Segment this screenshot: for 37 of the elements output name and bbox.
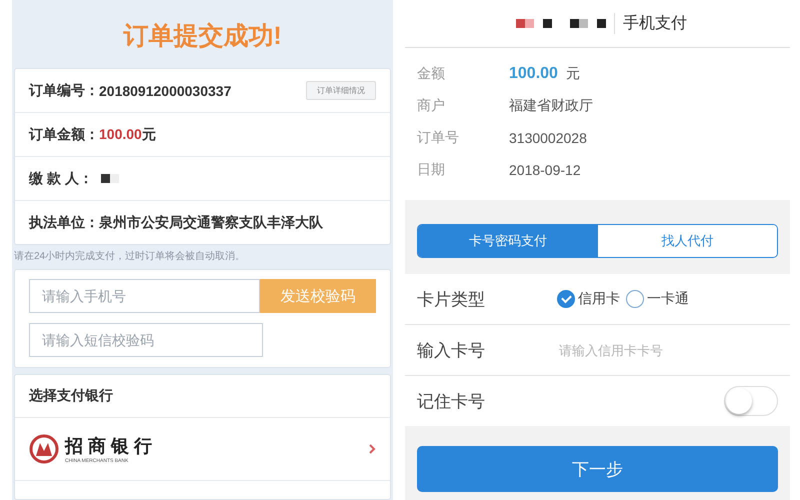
summary-amount: 100.00 元: [509, 65, 580, 83]
payment-tab[interactable]: 卡号密码支付: [418, 225, 598, 257]
radio-label: 一卡通: [647, 290, 689, 308]
summary-label: 商户: [417, 97, 446, 115]
order-label: 订单金额：: [29, 126, 99, 144]
order-amount: 100.00元: [99, 126, 156, 144]
order-label: 执法单位：: [29, 214, 99, 232]
phone-field[interactable]: 请输入手机号: [29, 279, 260, 313]
field-label: 输入卡号: [417, 340, 486, 362]
radio-button[interactable]: [626, 290, 644, 308]
radio-button[interactable]: [557, 290, 575, 308]
summary-label: 订单号: [417, 129, 460, 147]
summary-value: 3130002028: [509, 130, 587, 146]
summary-value: 福建省财政厅: [509, 97, 593, 115]
notice-text: 请在24小时内完成支付，过时订单将会被自动取消。: [13, 250, 246, 264]
toggle-switch[interactable]: [724, 386, 778, 416]
code-field[interactable]: 请输入短信校验码: [29, 323, 263, 357]
order-label: 订单编号：: [29, 82, 99, 100]
page-title: 手机支付: [614, 13, 687, 34]
field-label: 卡片类型: [417, 288, 486, 310]
summary-value: 2018-09-12: [509, 162, 581, 178]
field-label: 记住卡号: [417, 390, 486, 412]
summary-label: 日期: [417, 161, 446, 179]
payment-tab[interactable]: 找人代付: [598, 225, 777, 257]
next-button[interactable]: 下一步: [417, 446, 778, 492]
order-label: 缴 款 人：: [29, 170, 93, 188]
bank-name: 招 商 银 行: [65, 435, 152, 458]
order-value: 泉州市公安局交通警察支队丰泽大队: [99, 214, 323, 232]
order-detail-button[interactable]: 订单详细情况: [306, 81, 376, 100]
section-title: 选择支付银行: [15, 375, 390, 418]
bank-logo-icon: [29, 434, 59, 464]
order-value: 20180912000030337: [99, 82, 232, 98]
radio-label: 信用卡: [578, 290, 620, 308]
redacted-block: [100, 174, 119, 183]
summary-label: 金额: [417, 65, 446, 83]
page-title: 订单提交成功!: [122, 21, 283, 52]
chevron-icon: [368, 443, 376, 455]
